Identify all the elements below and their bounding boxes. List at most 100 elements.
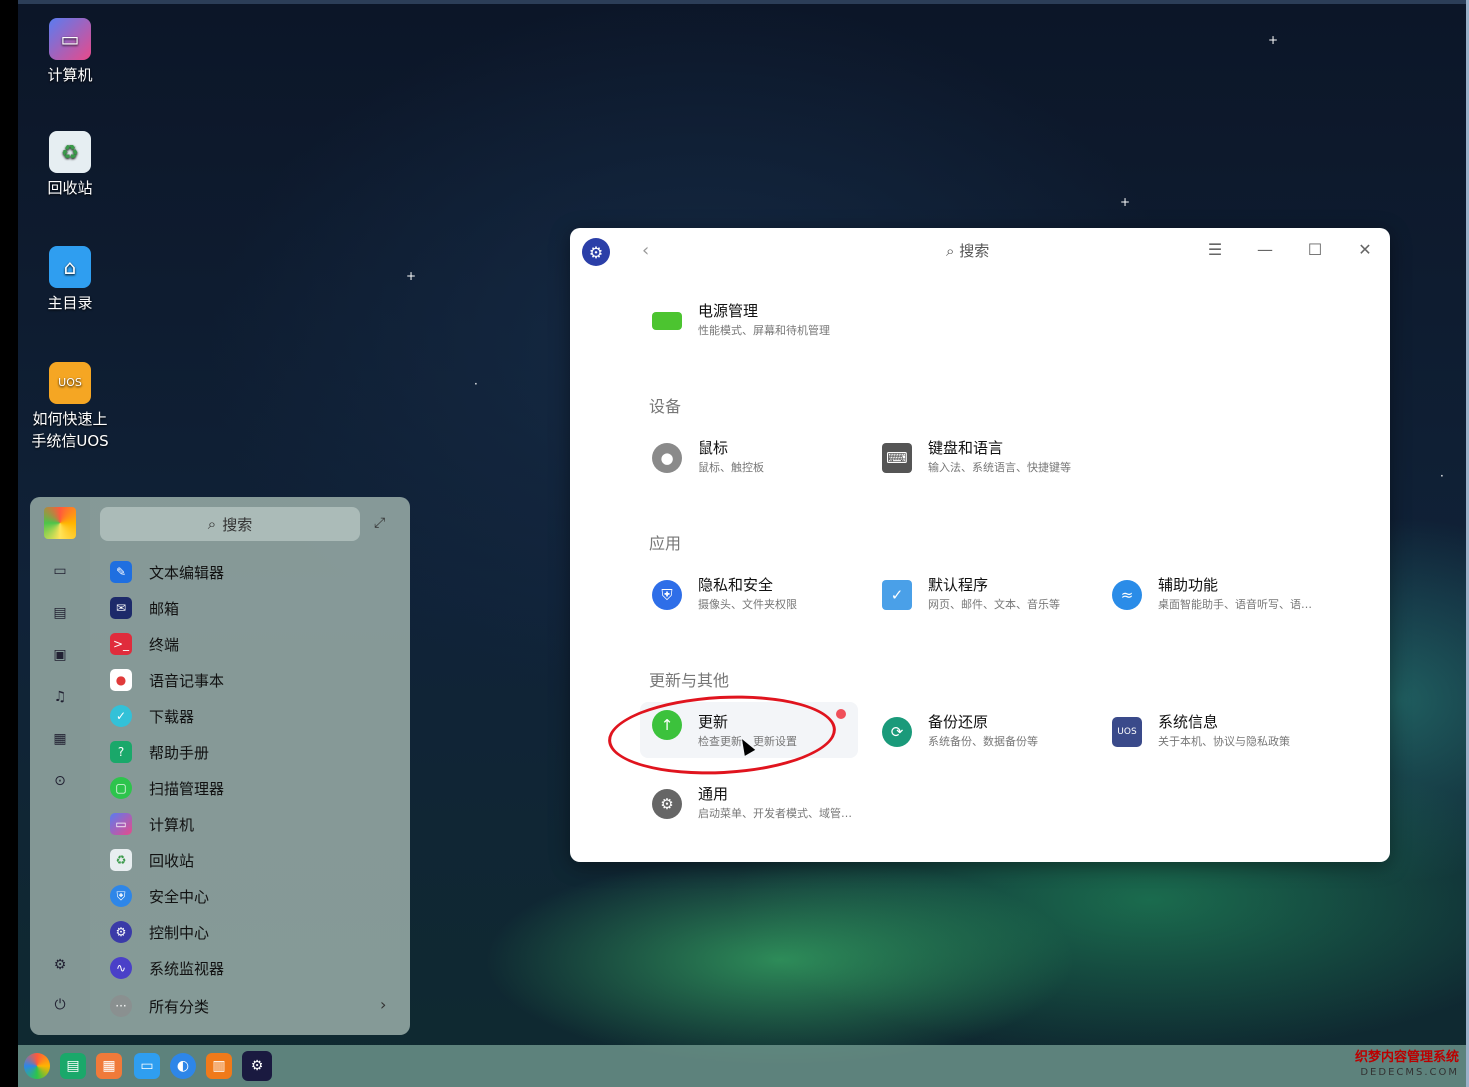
default-apps-icon: ✓: [882, 580, 912, 610]
power-icon[interactable]: ⏻: [50, 995, 70, 1015]
app-item-label: 语音记事本: [149, 671, 225, 690]
launcher-button-icon[interactable]: [24, 1053, 50, 1079]
app-item-system-monitor[interactable]: ∿ 系统监视器: [110, 952, 224, 984]
keyboard-icon: ⌨: [882, 443, 912, 473]
app-shop-icon[interactable]: ▥: [206, 1053, 232, 1079]
app-item-label: 扫描管理器: [149, 779, 225, 798]
file-manager-icon[interactable]: ▭: [134, 1053, 160, 1079]
desktop-icon-trash[interactable]: ♻ 回收站: [30, 131, 110, 199]
search-icon: ⌕: [207, 515, 217, 533]
app-item-computer[interactable]: ▭ 计算机: [110, 808, 194, 840]
window-search-input[interactable]: ⌕ 搜索: [946, 240, 989, 261]
settings-item-general[interactable]: ⚙ 通用 启动菜单、开发者模式、域管…: [640, 781, 860, 841]
settings-item-system-info[interactable]: UOS 系统信息 关于本机、协议与隐私政策: [1100, 709, 1320, 769]
settings-item-title: 默认程序: [928, 576, 989, 594]
settings-item-mouse[interactable]: ● 鼠标 鼠标、触控板: [640, 435, 860, 495]
app-item-scanner[interactable]: ▢ 扫描管理器: [110, 772, 224, 804]
star-decoration: ·: [1440, 469, 1444, 483]
desktop-icon-home[interactable]: ⌂ 主目录: [30, 246, 110, 314]
settings-item-privacy-security[interactable]: ⛨ 隐私和安全 摄像头、文件夹权限: [640, 572, 860, 632]
system-info-icon: UOS: [1112, 717, 1142, 747]
desktop-icon-computer[interactable]: ▭ 计算机: [30, 18, 110, 86]
minimize-icon[interactable]: —: [1255, 240, 1275, 259]
app-item-label: 系统监视器: [149, 959, 225, 978]
app-item-terminal[interactable]: >_ 终端: [110, 628, 179, 660]
music-category-icon[interactable]: ♫: [50, 687, 70, 707]
desktop-icon-label: 主目录: [47, 294, 93, 312]
close-icon[interactable]: ✕: [1355, 240, 1375, 259]
control-center-icon[interactable]: ⚙: [242, 1051, 272, 1081]
settings-item-keyboard-language[interactable]: ⌨ 键盘和语言 输入法、系统语言、快捷键等: [870, 435, 1090, 495]
app-item-help-manual[interactable]: ? 帮助手册: [110, 736, 209, 768]
backup-icon: ⟳: [882, 717, 912, 747]
app-item-label: 文本编辑器: [149, 563, 225, 582]
system-monitor-icon: ∿: [110, 957, 132, 979]
section-title-apps: 应用: [649, 534, 682, 553]
maximize-icon[interactable]: ☐: [1305, 240, 1325, 259]
watermark: 织梦内容管理系统 DEDECMS.COM: [1355, 1050, 1459, 1080]
settings-item-desc: 鼠标、触控板: [698, 461, 764, 474]
settings-item-title: 隐私和安全: [698, 576, 774, 594]
help-manual-icon: ?: [110, 741, 132, 763]
expand-fullscreen-icon[interactable]: ⤢: [374, 515, 385, 531]
avatar[interactable]: [44, 507, 76, 539]
settings-item-title: 鼠标: [698, 439, 729, 457]
terminal-icon: >_: [110, 633, 132, 655]
settings-icon[interactable]: ⚙: [50, 955, 70, 975]
picture-category-icon[interactable]: ▣: [50, 645, 70, 665]
settings-item-title: 系统信息: [1158, 713, 1219, 731]
settings-item-desc: 桌面智能助手、语音听写、语…: [1158, 598, 1312, 611]
menu-icon[interactable]: ☰: [1205, 240, 1225, 259]
app-item-voice-notes[interactable]: ● 语音记事本: [110, 664, 224, 696]
settings-item-desc: 性能模式、屏幕和待机管理: [698, 324, 830, 337]
app-store-icon[interactable]: ▦: [96, 1053, 122, 1079]
settings-item-accessibility[interactable]: ≈ 辅助功能 桌面智能助手、语音听写、语…: [1100, 572, 1320, 632]
star-decoration: +: [1120, 195, 1131, 209]
downloader-icon: ✓: [110, 705, 132, 727]
gear-icon: ⚙: [110, 921, 132, 943]
section-title-devices: 设备: [649, 397, 682, 416]
app-item-security-center[interactable]: ⛨ 安全中心: [110, 880, 209, 912]
app-item-mail[interactable]: ✉ 邮箱: [110, 592, 179, 624]
control-center-logo-icon: ⚙: [582, 238, 610, 266]
launcher-search-placeholder: 搜索: [222, 515, 253, 534]
star-decoration: +: [406, 269, 417, 283]
desktop-icon-label: 计算机: [47, 66, 93, 84]
settings-item-default-apps[interactable]: ✓ 默认程序 网页、邮件、文本、音乐等: [870, 572, 1090, 632]
window-search-placeholder: 搜索: [959, 242, 990, 260]
app-item-label: 下载器: [149, 707, 195, 726]
app-item-label: 回收站: [149, 851, 195, 870]
settings-item-power[interactable]: 电源管理 性能模式、屏幕和待机管理: [640, 298, 860, 358]
app-item-trash[interactable]: ♻ 回收站: [110, 844, 194, 876]
app-item-text-editor[interactable]: ✎ 文本编辑器: [110, 556, 224, 588]
battery-icon: [652, 312, 682, 330]
monitor-icon: ▭: [110, 813, 132, 835]
watermark-line-1: 织梦内容管理系统: [1354, 1050, 1459, 1065]
video-category-icon[interactable]: ▦: [50, 729, 70, 749]
settings-item-title: 备份还原: [928, 713, 989, 731]
browser-icon[interactable]: ◐: [170, 1053, 196, 1079]
launcher-search-input[interactable]: ⌕ 搜索: [100, 507, 360, 541]
screen-top-edge: [18, 0, 1469, 4]
settings-item-desc: 摄像头、文件夹权限: [698, 598, 797, 611]
desktop-category-icon[interactable]: ▭: [50, 561, 70, 581]
settings-item-desc: 启动菜单、开发者模式、域管…: [698, 807, 852, 820]
trash-icon: ♻: [49, 131, 91, 173]
settings-item-backup-restore[interactable]: ⟳ 备份还原 系统备份、数据备份等: [870, 709, 1090, 769]
gear-icon: ⚙: [652, 789, 682, 819]
app-item-all-categories[interactable]: ··· 所有分类: [110, 990, 209, 1022]
desktop-icon-uos-guide[interactable]: UOS 如何快速上手统信UOS: [30, 362, 110, 452]
update-notification-badge: [836, 709, 846, 719]
desktop-icon-label: 如何快速上手统信UOS: [31, 410, 109, 450]
app-item-downloader[interactable]: ✓ 下载器: [110, 700, 194, 732]
monitor-icon: ▭: [49, 18, 91, 60]
multitask-view-icon[interactable]: ▤: [60, 1053, 86, 1079]
settings-item-desc: 关于本机、协议与隐私政策: [1158, 735, 1290, 748]
document-category-icon[interactable]: ▤: [50, 603, 70, 623]
download-category-icon[interactable]: ⊙: [50, 771, 70, 791]
star-decoration: +: [1268, 33, 1279, 47]
app-item-control-center[interactable]: ⚙ 控制中心: [110, 916, 209, 948]
chevron-right-icon[interactable]: ›: [380, 995, 386, 1014]
back-chevron-icon[interactable]: ‹: [642, 240, 649, 261]
settings-item-title: 键盘和语言: [928, 439, 1004, 457]
